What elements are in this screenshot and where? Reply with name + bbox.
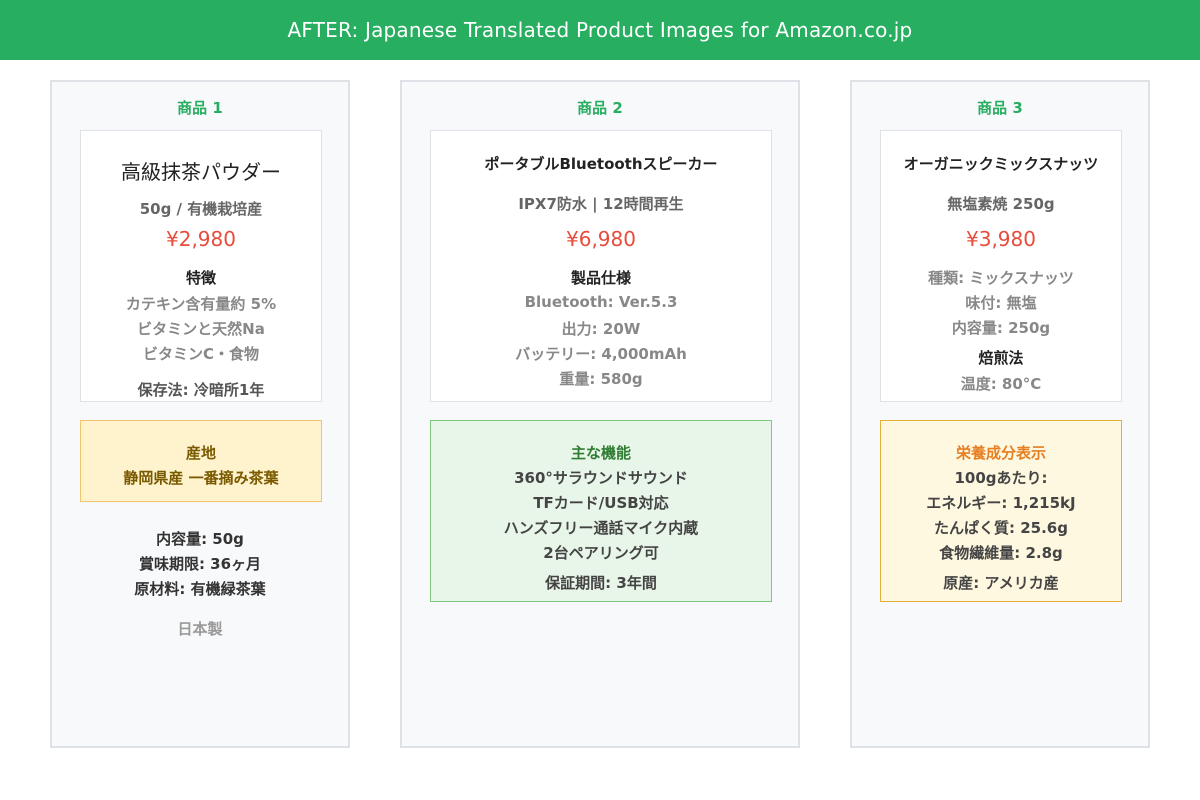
nutrition-line: たんぱく質: 25.6g <box>934 519 1068 537</box>
product-price: ¥6,980 <box>566 227 636 251</box>
nutrition-line: 100gあたり: <box>954 469 1048 487</box>
page-title: AFTER: Japanese Translated Product Image… <box>287 18 913 42</box>
product-price: ¥3,980 <box>966 227 1036 251</box>
nutrition-line: エネルギー: 1,215kJ <box>926 494 1076 512</box>
made-in-note: 日本製 <box>177 620 223 638</box>
features-title: 主な機能 <box>570 444 631 462</box>
spec-line: 重量: 580g <box>559 370 643 388</box>
section-label: 特徴 <box>185 269 216 287</box>
product-panel-3: 商品 3 オーガニックミックスナッツ 無塩素焼 250g ¥3,980 種類: … <box>850 80 1150 748</box>
spec-line: バッテリー: 4,000mAh <box>515 345 687 363</box>
origin-label: 産地 <box>185 444 216 462</box>
spec-line: 味付: 無塩 <box>965 294 1037 312</box>
features-box: 主な機能 360°サラウンドサウンド TFカード/USB対応 ハンズフリー通話マ… <box>430 420 772 602</box>
panel-title: 商品 3 <box>977 99 1023 117</box>
section-label: 焙煎法 <box>978 349 1024 367</box>
origin-value: 静岡県産 一番摘み茶葉 <box>123 469 279 487</box>
origin-box: 産地 静岡県産 一番摘み茶葉 <box>80 420 322 502</box>
page-header: AFTER: Japanese Translated Product Image… <box>0 0 1200 60</box>
product-card: 高級抹茶パウダー 50g / 有機栽培産 ¥2,980 特徴 カテキン含有量約 … <box>80 130 322 402</box>
detail-line: 賞味期限: 36ヶ月 <box>138 555 262 573</box>
spec-line: 温度: 80°C <box>960 375 1042 393</box>
feature-line: 2台ペアリング可 <box>543 544 659 562</box>
product-name: ポータブルBluetoothスピーカー <box>484 155 718 173</box>
nutrition-line: 食物繊維量: 2.8g <box>939 544 1063 562</box>
warranty-note: 保証期間: 3年間 <box>545 574 657 592</box>
origin-note: 原産: アメリカ産 <box>943 574 1059 592</box>
feature-line: TFカード/USB対応 <box>533 494 669 512</box>
spec-line: ビタミンC・食物 <box>142 345 259 363</box>
product-name: 高級抹茶パウダー <box>121 160 281 184</box>
panel-title: 商品 2 <box>577 99 623 117</box>
detail-line: 内容量: 50g <box>156 530 244 548</box>
storage-note: 保存法: 冷暗所1年 <box>137 381 265 399</box>
spec-line: 内容量: 250g <box>951 319 1051 337</box>
product-card: ポータブルBluetoothスピーカー IPX7防水 | 12時間再生 ¥6,9… <box>430 130 772 402</box>
spec-line: ビタミンと天然Na <box>137 320 265 338</box>
section-label: 製品仕様 <box>570 269 631 287</box>
panel-title: 商品 1 <box>177 99 223 117</box>
spec-line: Bluetooth: Ver.5.3 <box>524 293 678 311</box>
nutrition-box: 栄養成分表示 100gあたり: エネルギー: 1,215kJ たんぱく質: 25… <box>880 420 1122 602</box>
product-name: オーガニックミックスナッツ <box>903 155 1099 173</box>
spec-line: 出力: 20W <box>561 320 641 338</box>
product-panel-2: 商品 2 ポータブルBluetoothスピーカー IPX7防水 | 12時間再生… <box>400 80 800 748</box>
product-panel-1: 商品 1 高級抹茶パウダー 50g / 有機栽培産 ¥2,980 特徴 カテキン… <box>50 80 350 748</box>
detail-line: 原材料: 有機緑茶葉 <box>134 580 266 598</box>
feature-line: ハンズフリー通話マイク内蔵 <box>503 519 699 537</box>
spec-line: カテキン含有量約 5% <box>125 295 277 313</box>
product-subtitle: 50g / 有機栽培産 <box>139 200 263 218</box>
spec-line: 種類: ミックスナッツ <box>928 269 1074 287</box>
product-card: オーガニックミックスナッツ 無塩素焼 250g ¥3,980 種類: ミックスナ… <box>880 130 1122 402</box>
feature-line: 360°サラウンドサウンド <box>514 469 688 487</box>
product-subtitle: IPX7防水 | 12時間再生 <box>518 195 684 213</box>
nutrition-title: 栄養成分表示 <box>955 444 1046 462</box>
product-price: ¥2,980 <box>166 227 236 251</box>
product-subtitle: 無塩素焼 250g <box>947 195 1055 213</box>
